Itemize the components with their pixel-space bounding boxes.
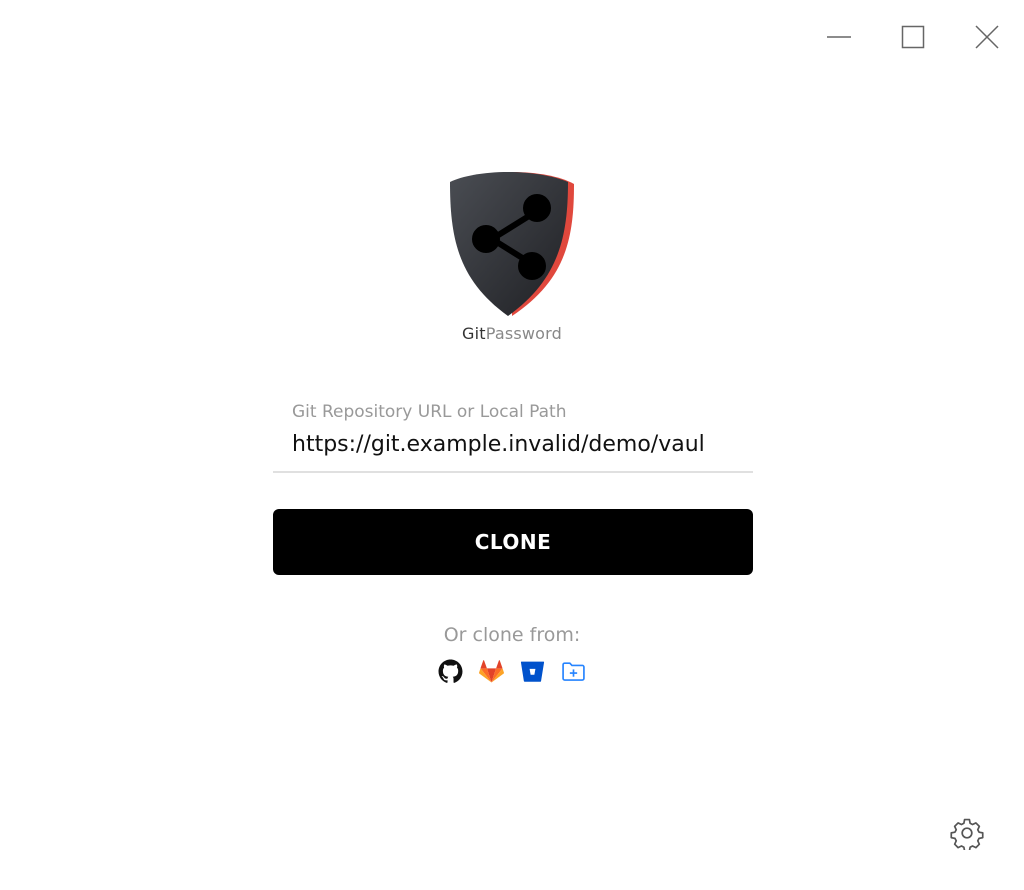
maximize-icon bbox=[901, 25, 925, 49]
github-button[interactable] bbox=[438, 659, 463, 684]
window-controls bbox=[820, 18, 1006, 56]
minimize-button[interactable] bbox=[820, 18, 858, 56]
folder-plus-icon bbox=[562, 662, 585, 681]
app-logo: GitPassword bbox=[0, 168, 1024, 343]
maximize-button[interactable] bbox=[894, 18, 932, 56]
repo-field-label: Git Repository URL or Local Path bbox=[292, 402, 567, 422]
repo-url-input[interactable] bbox=[273, 428, 753, 473]
logo-text-git: Git bbox=[461, 324, 486, 343]
github-icon bbox=[438, 659, 463, 683]
gitlab-icon bbox=[479, 660, 504, 683]
bitbucket-icon bbox=[520, 661, 545, 682]
logo-text: GitPassword bbox=[462, 324, 562, 343]
or-clone-label: Or clone from: bbox=[443, 624, 581, 646]
close-icon bbox=[975, 25, 999, 49]
minimize-icon bbox=[827, 36, 851, 38]
logo-text-password: Password bbox=[485, 324, 563, 343]
local-folder-button[interactable] bbox=[561, 659, 586, 684]
bitbucket-button[interactable] bbox=[520, 659, 545, 684]
repo-field: Git Repository URL or Local Path bbox=[273, 402, 753, 473]
gear-icon bbox=[950, 818, 984, 852]
app-window: GitPassword Git Repository URL or Local … bbox=[0, 0, 1024, 890]
clone-button[interactable]: CLONE bbox=[273, 509, 753, 575]
share-shield-icon bbox=[450, 172, 574, 316]
gitlab-button[interactable] bbox=[479, 659, 504, 684]
settings-button[interactable] bbox=[950, 816, 984, 852]
close-button[interactable] bbox=[968, 18, 1006, 56]
provider-list bbox=[0, 659, 1024, 684]
